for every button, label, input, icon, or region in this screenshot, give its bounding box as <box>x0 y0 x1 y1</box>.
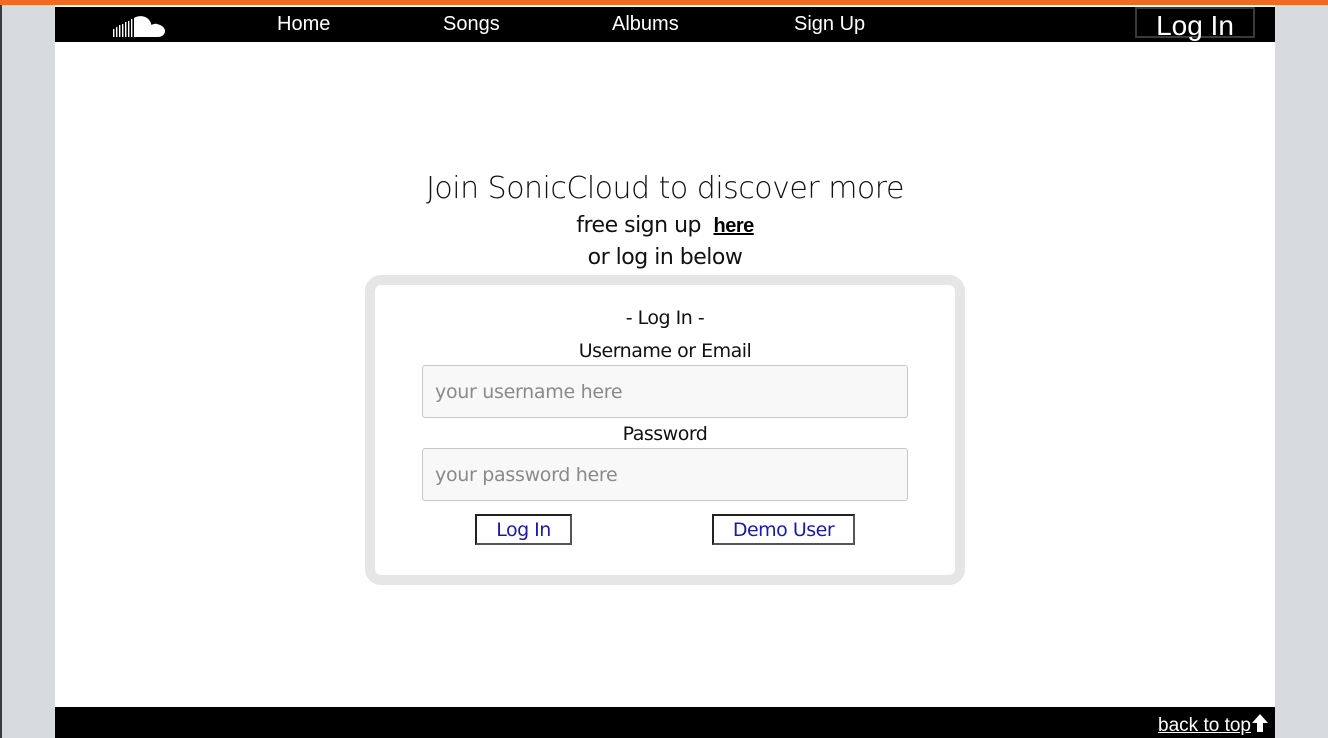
login-card-title: - Log In - <box>625 307 705 329</box>
signup-prompt-text: free sign up <box>576 213 701 238</box>
login-hint: or log in below <box>587 245 743 270</box>
login-card: - Log In - Username or Email Password Lo… <box>365 275 965 585</box>
username-input[interactable] <box>422 365 908 418</box>
main-content: Home Songs Albums Sign Up Log In Join So… <box>55 5 1275 738</box>
footer: back to top <box>55 707 1275 738</box>
nav-link-songs[interactable]: Songs <box>443 13 500 36</box>
back-to-top-label: back to top <box>1158 715 1251 736</box>
soundcloud-cloud-icon[interactable] <box>113 15 167 39</box>
login-submit-button[interactable]: Log In <box>475 514 572 545</box>
page-background: Home Songs Albums Sign Up Log In Join So… <box>0 0 1328 738</box>
navbar: Home Songs Albums Sign Up Log In <box>55 7 1275 42</box>
password-input[interactable] <box>422 448 908 501</box>
window-edge <box>0 0 2 738</box>
nav-link-home[interactable]: Home <box>277 13 330 36</box>
signup-here-link[interactable]: here <box>714 215 755 237</box>
nav-login-button[interactable]: Log In <box>1135 7 1255 41</box>
username-label: Username or Email <box>578 340 752 362</box>
arrow-up-icon <box>1252 714 1268 732</box>
password-label: Password <box>622 423 708 445</box>
hero-title: Join SonicCloud to discover more <box>426 171 904 206</box>
nav-link-sign-up[interactable]: Sign Up <box>794 13 865 36</box>
signup-prompt: free sign up here <box>55 213 1275 238</box>
nav-link-albums[interactable]: Albums <box>612 13 679 36</box>
back-to-top-link[interactable]: back to top <box>1158 713 1269 737</box>
demo-user-button[interactable]: Demo User <box>712 514 855 545</box>
